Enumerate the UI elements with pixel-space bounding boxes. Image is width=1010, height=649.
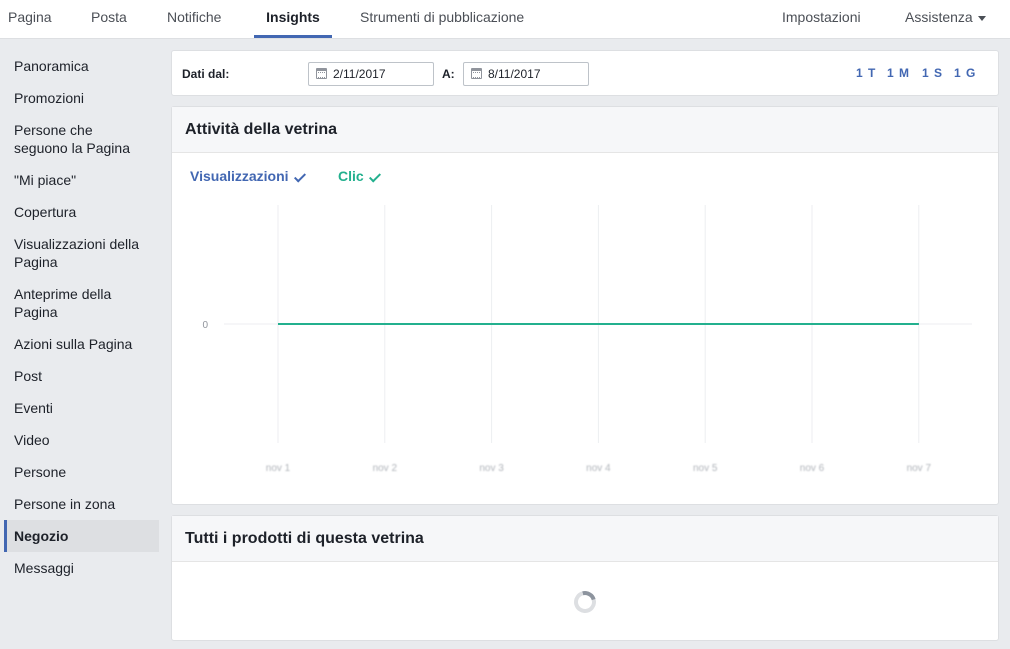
calendar-icon (471, 68, 482, 79)
insights-sidebar: Panoramica Promozioni Persone che seguon… (4, 50, 159, 584)
sidebar-item-follower[interactable]: Persone che seguono la Pagina (4, 114, 159, 164)
x-tick-label: nov 3 (479, 463, 504, 474)
x-tick-label: nov 7 (907, 463, 932, 474)
products-title: Tutti i prodotti di questa vetrina (172, 516, 998, 562)
x-tick-label: nov 1 (266, 463, 291, 474)
tab-pagina[interactable]: Pagina (8, 0, 52, 38)
sidebar-item-negozio[interactable]: Negozio (4, 520, 159, 552)
x-tick-label: nov 5 (693, 463, 718, 474)
tab-insights[interactable]: Insights (254, 0, 332, 38)
storefront-activity-panel: Attività della vetrina Visualizzazioni C… (171, 106, 999, 505)
date-to-label: A: (442, 67, 455, 81)
sidebar-item-video[interactable]: Video (4, 424, 159, 456)
sidebar-item-promozioni[interactable]: Promozioni (4, 82, 159, 114)
sidebar-item-mi-piace[interactable]: "Mi piace" (4, 164, 159, 196)
loading-spinner-icon (569, 586, 601, 618)
sidebar-item-persone[interactable]: Persone (4, 456, 159, 488)
range-1t-button[interactable]: 1 T (856, 66, 876, 80)
sidebar-item-copertura[interactable]: Copertura (4, 196, 159, 228)
sidebar-item-persone-in-zona[interactable]: Persone in zona (4, 488, 159, 520)
date-range-bar: Dati dal: 2/11/2017 A: 8/11/2017 1 T 1 M… (171, 50, 999, 96)
date-from-input[interactable]: 2/11/2017 (308, 62, 434, 86)
chevron-down-icon (977, 15, 986, 21)
assistenza-label: Assistenza (905, 9, 973, 25)
sidebar-item-eventi[interactable]: Eventi (4, 392, 159, 424)
tab-impostazioni[interactable]: Impostazioni (782, 0, 861, 38)
x-tick-label: nov 4 (586, 463, 611, 474)
storefront-products-panel: Tutti i prodotti di questa vetrina (171, 515, 999, 641)
tab-notifiche[interactable]: Notifiche (167, 0, 221, 38)
activity-line-chart: 0 nov 1 nov 2 nov 3 nov 4 nov 5 nov 6 nov 7 (202, 205, 972, 474)
range-1s-button[interactable]: 1 S (922, 66, 943, 80)
y-tick-label: 0 (202, 320, 208, 331)
range-1m-button[interactable]: 1 M (887, 66, 910, 80)
sidebar-item-anteprime[interactable]: Anteprime della Pagina (4, 278, 159, 328)
tab-posta[interactable]: Posta (91, 0, 127, 38)
sidebar-item-azioni[interactable]: Azioni sulla Pagina (4, 328, 159, 360)
sidebar-item-messaggi[interactable]: Messaggi (4, 552, 159, 584)
sidebar-item-visualizzazioni[interactable]: Visualizzazioni della Pagina (4, 228, 159, 278)
tab-strumenti-pubblicazione[interactable]: Strumenti di pubblicazione (360, 0, 524, 38)
x-tick-label: nov 2 (373, 463, 398, 474)
sidebar-item-post[interactable]: Post (4, 360, 159, 392)
date-from-value: 2/11/2017 (333, 67, 386, 81)
range-1g-button[interactable]: 1 G (954, 66, 976, 80)
calendar-icon (316, 68, 327, 79)
date-to-input[interactable]: 8/11/2017 (463, 62, 589, 86)
x-tick-label: nov 6 (800, 463, 825, 474)
date-to-value: 8/11/2017 (488, 67, 541, 81)
date-from-label: Dati dal: (182, 67, 230, 81)
sidebar-item-panoramica[interactable]: Panoramica (4, 50, 159, 82)
tab-assistenza[interactable]: Assistenza (905, 0, 986, 38)
top-navigation: Pagina Posta Notifiche Insights Strument… (0, 0, 1010, 39)
